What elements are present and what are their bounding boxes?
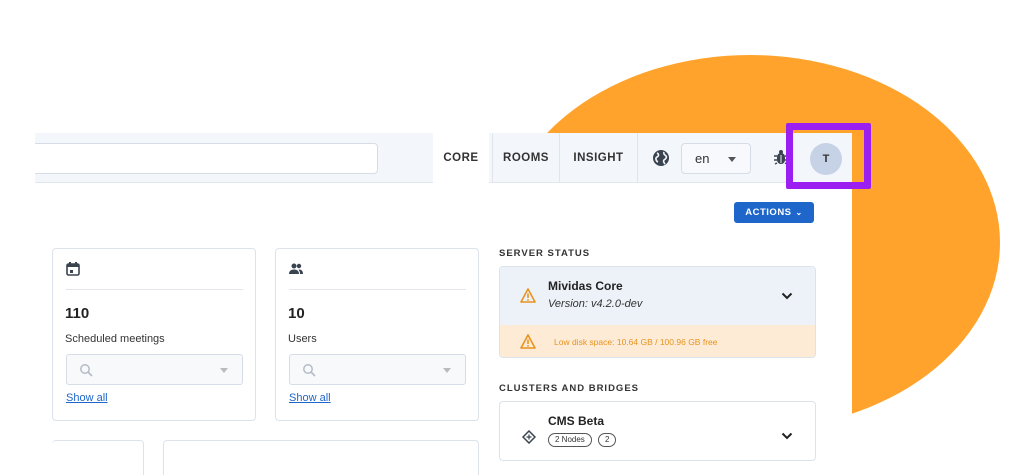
server-status-heading: SERVER STATUS [499,248,591,259]
actions-button[interactable]: ACTIONS ⌄ [734,202,814,223]
chevron-down-icon[interactable] [781,432,793,440]
calendar-icon [66,262,80,276]
disk-space-message: Low disk space: 10.64 GB / 100.96 GB fre… [554,337,718,347]
chevron-down-icon: ⌄ [795,208,803,217]
nav-divider [637,133,638,183]
users-show-all-link[interactable]: Show all [289,392,331,404]
server-version: Version: v4.2.0-dev [548,298,643,310]
chevron-down-icon [220,368,228,373]
scheduled-meetings-card: 110 Scheduled meetings Show all [52,248,256,421]
search-icon [80,364,93,377]
lower-card [52,440,144,475]
meetings-count: 110 [65,305,90,322]
chevron-down-icon[interactable] [781,292,793,300]
nodes-badge: 2 Nodes [548,433,592,447]
app-window: CORE ROOMS INSIGHT en T ACTIONS ⌄ 110 Sc… [35,0,852,475]
users-count: 10 [288,305,305,322]
card-divider [66,289,243,290]
language-select[interactable]: en [681,143,751,174]
cluster-icon [522,430,536,444]
server-status-row[interactable]: Mividas Core Version: v4.2.0-dev [500,267,815,325]
card-divider [289,289,466,290]
global-search-input[interactable] [35,143,378,174]
top-navigation-bar: CORE ROOMS INSIGHT en T [35,133,852,183]
server-status-panel: Mividas Core Version: v4.2.0-dev Low dis… [499,266,816,358]
nav-tab-core[interactable]: CORE [433,133,489,183]
warning-icon [520,288,536,303]
avatar-highlight-frame [786,123,871,189]
clusters-heading: CLUSTERS AND BRIDGES [499,383,639,394]
nav-tab-rooms[interactable]: ROOMS [492,133,559,183]
language-value: en [695,151,710,166]
cluster-name: CMS Beta [548,414,605,428]
chevron-down-icon [728,157,736,162]
users-label: Users [288,333,317,345]
search-icon [303,364,316,377]
cluster-row[interactable]: CMS Beta 2 Nodes 2 [499,401,816,461]
server-name: Mividas Core [548,279,623,293]
users-card: 10 Users Show all [275,248,479,421]
warning-icon [520,334,536,349]
chevron-down-icon [443,368,451,373]
lower-card [163,440,479,475]
users-icon [289,263,303,274]
nav-tab-insight[interactable]: INSIGHT [559,133,637,183]
count-badge: 2 [598,433,617,447]
disk-space-alert: Low disk space: 10.64 GB / 100.96 GB fre… [500,325,815,357]
meetings-search-select[interactable] [66,354,243,385]
users-search-select[interactable] [289,354,466,385]
meetings-label: Scheduled meetings [65,333,165,345]
globe-icon[interactable] [652,149,670,167]
actions-label: ACTIONS [745,207,792,218]
meetings-show-all-link[interactable]: Show all [66,392,108,404]
